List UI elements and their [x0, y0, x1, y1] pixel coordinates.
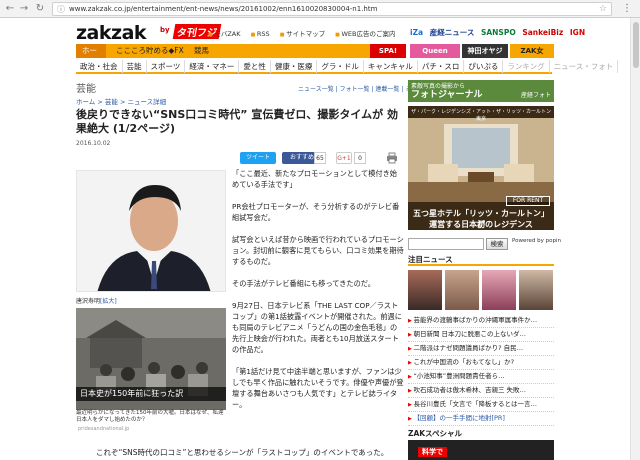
breadcrumb[interactable]: ホーム > 芸能 > ニュース詳細 [76, 96, 166, 106]
list-item[interactable]: 芸能界の渡鶴事ばかりの沖縄軍属事件か… [408, 314, 554, 328]
nav-people[interactable]: ぴいぷる [464, 60, 504, 73]
news-thumb[interactable] [445, 270, 479, 310]
list-item[interactable]: これが中国流の「おもてなし」か? [408, 356, 554, 370]
partner-sankei-news[interactable]: 産経ニュース [430, 28, 475, 37]
paragraph: 9月27日、日本テレビ系「THE LAST COP／ラストコップ」の第1話披露イ… [232, 301, 402, 354]
article-date: 2016.10.02 [76, 140, 111, 147]
partner-ign[interactable]: IGN [570, 28, 585, 37]
featured-news-list: 芸能界の渡鶴事ばかりの沖縄軍属事件か… 朝日新聞 日本刀に脱悪この上ないダ… 二… [408, 314, 554, 426]
ad-residence-name: ザ・パーク・レジデンシズ・アット・ザ・リッツ・カールトン東京 [411, 109, 551, 122]
logo-by: by [160, 26, 170, 34]
link-sitemap[interactable]: サイトマップ [280, 30, 325, 38]
paragraph: これぞ“SNS時代の口コミ”と思わせるシーンが「ラストコップ」のイベントであった… [96, 448, 389, 457]
paragraph: PR会社プロモーターが、そう分析するのがテレビ番組試写会だ。 [232, 202, 400, 222]
photo-caption: 唐沢寿明[拡大] [76, 296, 117, 305]
news-thumb[interactable] [519, 270, 553, 310]
gplus-button[interactable]: G+1 [336, 152, 352, 164]
nav-sports[interactable]: スポーツ [147, 60, 186, 73]
photo-journal-banner[interactable]: 素敵写真の撮影から フォトジャーナル 産経フォト [408, 80, 554, 102]
news-thumbnails [408, 270, 554, 310]
link-mobile[interactable]: モバZAK [208, 30, 241, 38]
zak-special-heading: ZAKスペシャル [408, 429, 463, 438]
nav-gravure[interactable]: グラ・ドル [317, 60, 364, 73]
banner-small-text: 素敵写真の撮影から [411, 83, 466, 90]
partner-logos: iZa 産経ニュース SANSPO SankeiBiz IGN [410, 27, 589, 38]
news-thumb[interactable] [408, 270, 442, 310]
nav-fx[interactable]: ここころ貯める◆FX [110, 44, 190, 58]
section-title: 芸能 [76, 84, 96, 95]
ad-zak-onna[interactable]: ZAK女 [510, 44, 554, 58]
link-rss[interactable]: RSS [251, 30, 270, 38]
list-item[interactable]: 長谷川豊氏「文言で「降板するとは一言… [408, 398, 554, 412]
back-icon[interactable]: ← [4, 3, 16, 15]
list-item[interactable]: 【回顧】の一手手間に地射[PR] [408, 412, 554, 426]
caption-text: 唐沢寿明 [76, 298, 101, 305]
nav-keiba[interactable]: 競馬 [188, 44, 215, 58]
url-text: www.zakzak.co.jp/entertainment/ent-news/… [69, 5, 378, 13]
partner-sanspo[interactable]: SANSPO [481, 28, 516, 37]
list-item[interactable]: “小池知事”豊洲問題責任者ら… [408, 370, 554, 384]
paragraph: その手法がテレビ番組にも移ってきたのだ。 [232, 279, 375, 288]
primary-nav: ホーム ここころ貯める◆FX 競馬 [76, 44, 406, 69]
ad-queen[interactable]: Queen [410, 44, 460, 58]
enlarge-link[interactable]: [拡大] [100, 298, 117, 305]
nav-politics[interactable]: 政治・社会 [76, 60, 123, 73]
forward-icon[interactable]: → [18, 3, 30, 15]
bookmark-star-icon[interactable]: ☆ [599, 4, 607, 14]
paragraph: 「ここ最近、新たなプロモーションとして模付き始めている手法です」 [232, 169, 397, 189]
site-logo[interactable]: zakzak [76, 22, 147, 44]
ad-line-2: 運営する日本初のレジデンス [429, 220, 533, 229]
paragraph: 試写会といえば昔から映画で行われているプロモーション。封切前に観客に見てもらい、… [232, 235, 404, 266]
article-body: 「ここ最近、新たなプロモーションとして模付き始めている手法です」 PR会社プロモ… [232, 168, 404, 421]
list-item[interactable]: 吹石成功者は傲木希林、吉親三 失敗… [408, 384, 554, 398]
nav-campus[interactable]: キャンキャル [364, 60, 418, 73]
list-item[interactable]: 二階派はナゼ問題議員ばかり? 自民… [408, 342, 554, 356]
browser-toolbar: ← → ↻ ⓘ www.zakzak.co.jp/entertainment/e… [0, 0, 640, 18]
nav-economy[interactable]: 経済・マネー [185, 60, 240, 73]
zak-special-tag[interactable]: 料学で [418, 447, 447, 457]
for-rent-button[interactable]: FOR RENT [506, 196, 550, 206]
reload-icon[interactable]: ↻ [34, 3, 46, 15]
article-photo[interactable] [76, 170, 226, 292]
popin-credit[interactable]: Powered by popin [512, 238, 561, 244]
article-title: 後戻りできない“SNS口コミ時代” 宣伝費ゼロ、撮影タイムが 効果絶大 (1/2… [76, 108, 398, 135]
news-thumb[interactable] [482, 270, 516, 310]
partner-iza[interactable]: iZa [410, 28, 423, 37]
address-bar[interactable]: ⓘ www.zakzak.co.jp/entertainment/ent-new… [52, 2, 612, 16]
paragraph: 「第1話だけ見て中途半端と思いますが、ファンは少しでも早く作品に触れたいそうです… [232, 367, 404, 409]
link-ad-info[interactable]: WEB広告のご案内 [335, 30, 395, 38]
search-button[interactable]: 検索 [486, 238, 508, 250]
page-scrollbar[interactable] [630, 18, 640, 460]
site-search-input[interactable] [408, 238, 484, 250]
nav-home[interactable]: ホーム [76, 44, 106, 69]
gplus-count: 0 [354, 152, 366, 164]
page-info-icon[interactable]: ⓘ [57, 4, 65, 15]
banner-title: フォトジャーナル [411, 90, 483, 100]
tweet-button[interactable]: ツイート [240, 152, 276, 164]
portrait-image [77, 171, 225, 291]
facebook-count: 65 [314, 152, 326, 164]
nav-pachislot[interactable]: パチ・スロ [418, 60, 465, 73]
nav-news-photo[interactable]: ニュース・フォト [550, 60, 619, 73]
nav-health[interactable]: 健康・医療 [271, 60, 318, 73]
nav-ranking[interactable]: ランキング [503, 60, 550, 73]
featured-news-heading: 注目ニュース [408, 254, 554, 266]
ad-spa[interactable]: SPA! [370, 44, 406, 58]
nav-entertainment[interactable]: 芸能 [123, 60, 147, 73]
print-icon[interactable] [386, 152, 398, 164]
ad-source: pridesandnational.jp [78, 426, 130, 432]
ad-text[interactable]: 最近明らかになってきた150年前の大嘘。日本はなぜ、私達日本人をダマし始めたのか… [76, 410, 226, 424]
ad-kanda-oyaji[interactable]: 神田オヤジ [462, 44, 508, 58]
scrollbar-thumb[interactable] [633, 22, 639, 68]
category-nav: 政治・社会 芸能 スポーツ 経済・マネー 愛と性 健康・医療 グラ・ドル キャンキャル パチ・ス… [76, 60, 619, 74]
partner-sankeibiz[interactable]: SankeiBiz [522, 28, 563, 37]
browser-menu-icon[interactable]: ⋮ [622, 3, 632, 15]
list-item[interactable]: 朝日新聞 日本刀に脱悪この上ないダ… [408, 328, 554, 342]
ad-headline[interactable]: 日本史が150年前に狂った訳 [76, 387, 226, 401]
top-links: モバZAK RSS サイトマップ WEB広告のご案内 [208, 28, 404, 38]
banner-sub: 産経フォト [520, 92, 551, 99]
nav-love[interactable]: 愛と性 [239, 60, 271, 73]
